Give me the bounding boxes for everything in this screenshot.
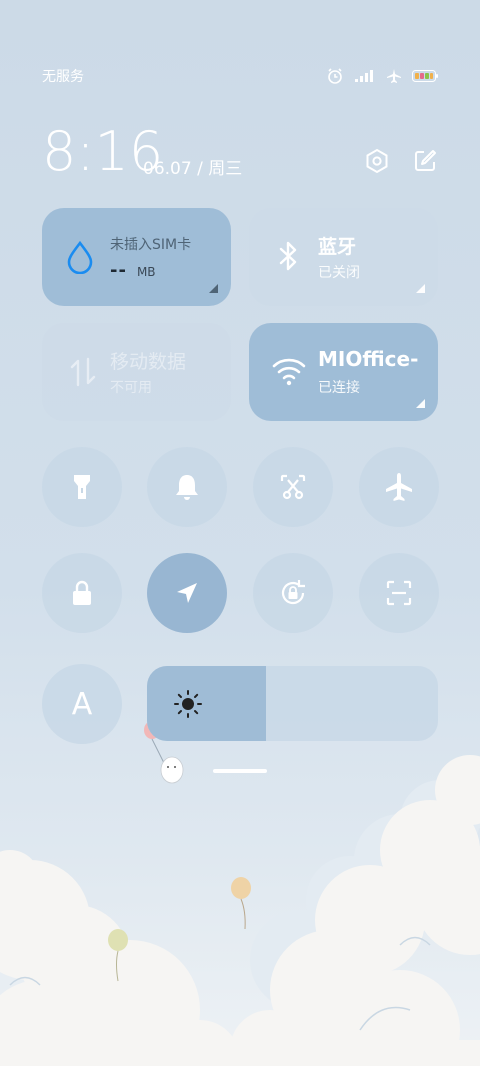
clock-row: 8:16 06.07 / 周三	[42, 120, 438, 184]
rotation-lock-toggle[interactable]	[253, 553, 333, 633]
flashlight-toggle[interactable]	[42, 447, 122, 527]
mobile-data-icon	[68, 355, 100, 387]
wifi-tile[interactable]: MIOffice- 已连接	[249, 323, 438, 421]
location-icon	[173, 579, 201, 607]
edit-icon[interactable]	[412, 148, 438, 174]
expand-corner-icon	[416, 399, 425, 408]
bluetooth-icon	[273, 239, 305, 271]
sim-data-tile[interactable]: 未插入SIM卡 -- MB	[42, 208, 231, 306]
lock-icon	[68, 578, 96, 608]
settings-icon[interactable]	[364, 148, 390, 174]
bluetooth-tile[interactable]: 蓝牙 已关闭	[249, 208, 438, 306]
airplane-icon	[383, 471, 415, 503]
sim-data-unit: MB	[136, 265, 156, 279]
alarm-icon	[326, 67, 344, 85]
wifi-icon	[271, 355, 306, 387]
carrier-label: 无服务	[42, 69, 84, 85]
airplane-mode-icon	[386, 68, 402, 84]
home-indicator[interactable]	[213, 769, 267, 773]
bluetooth-title: 蓝牙	[318, 236, 357, 258]
scanner-icon	[384, 578, 414, 608]
wifi-status: 已连接	[318, 380, 360, 396]
brightness-fill	[147, 666, 267, 741]
flashlight-icon	[68, 472, 96, 502]
battery-icon	[412, 70, 438, 82]
bluetooth-status: 已关闭	[318, 265, 360, 281]
mobile-data-tile[interactable]: 移动数据 不可用	[42, 323, 231, 421]
sim-data-value: --	[110, 260, 127, 281]
mobile-data-status: 不可用	[110, 380, 152, 396]
lock-screen-toggle[interactable]	[42, 553, 122, 633]
bell-icon	[173, 472, 201, 502]
water-drop-icon	[64, 240, 96, 275]
font-size-button[interactable]: A	[42, 664, 122, 744]
font-size-label: A	[71, 686, 93, 722]
sound-toggle[interactable]	[147, 447, 227, 527]
location-toggle[interactable]	[147, 553, 227, 633]
scanner-toggle[interactable]	[359, 553, 439, 633]
screenshot-icon	[278, 472, 308, 502]
brightness-slider[interactable]	[147, 666, 438, 741]
rotation-lock-icon	[277, 577, 309, 609]
sun-icon	[172, 688, 204, 720]
screenshot-toggle[interactable]	[253, 447, 333, 527]
airplane-toggle[interactable]	[359, 447, 439, 527]
sim-title: 未插入SIM卡	[110, 237, 192, 253]
status-bar: 无服务	[42, 64, 438, 88]
mobile-data-title: 移动数据	[110, 351, 187, 373]
expand-corner-icon	[209, 284, 218, 293]
clock-date: 06.07 / 周三	[143, 159, 243, 179]
signal-icon	[354, 69, 376, 83]
wifi-network-name: MIOffice-	[318, 347, 419, 371]
expand-corner-icon	[416, 284, 425, 293]
